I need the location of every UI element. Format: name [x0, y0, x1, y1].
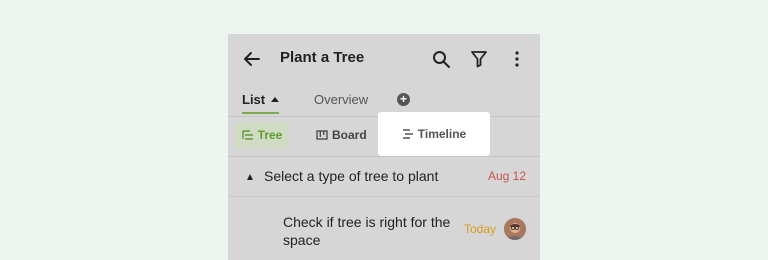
- view-timeline-button[interactable]: Timeline: [378, 112, 490, 156]
- app-bar: Plant a Tree: [228, 34, 540, 84]
- timeline-view-icon: [402, 129, 413, 139]
- view-board-label: Board: [332, 128, 367, 142]
- subtask-title: Check if tree is right for the space: [283, 214, 451, 248]
- task-row[interactable]: Select a type of tree to plant Aug 12: [228, 158, 540, 197]
- view-timeline-label: Timeline: [417, 127, 467, 141]
- view-board-button[interactable]: Board: [316, 122, 367, 148]
- subtask-row[interactable]: Check if tree is right for the space Tod…: [228, 197, 540, 260]
- add-tab-icon[interactable]: +: [397, 93, 410, 106]
- back-arrow-icon[interactable]: [240, 47, 264, 71]
- board-view-icon: [316, 130, 328, 140]
- caret-up-icon: [271, 97, 280, 102]
- assignee-avatar[interactable]: [504, 218, 526, 240]
- tab-list[interactable]: List: [242, 92, 280, 107]
- collapse-toggle-icon[interactable]: [247, 174, 253, 180]
- filter-icon[interactable]: [467, 47, 491, 71]
- tab-list-label: List: [242, 92, 266, 107]
- task-title: Select a type of tree to plant: [264, 168, 439, 184]
- divider: [228, 156, 540, 157]
- page-title: Plant a Tree: [280, 49, 365, 66]
- task-due-date: Aug 12: [487, 169, 526, 183]
- view-tree-label: Tree: [257, 128, 283, 142]
- active-tab-indicator: [242, 112, 279, 114]
- subtask-due-date: Today: [464, 222, 497, 236]
- view-switcher: Tree Board Timeline: [228, 112, 540, 156]
- view-tree-button[interactable]: Tree: [235, 122, 289, 148]
- tab-overview[interactable]: Overview: [314, 92, 368, 107]
- app-screen: Plant a Tree List Overview + Tree Board …: [228, 34, 540, 260]
- more-vert-icon[interactable]: [505, 47, 529, 71]
- search-icon[interactable]: [429, 47, 453, 71]
- tree-view-icon: [241, 130, 253, 140]
